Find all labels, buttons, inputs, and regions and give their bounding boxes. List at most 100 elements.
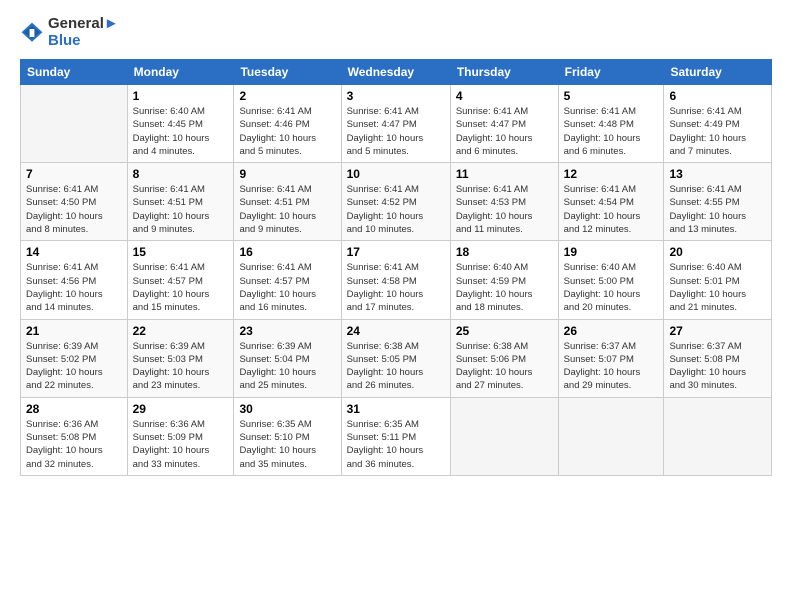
day-cell: 7Sunrise: 6:41 AMSunset: 4:50 PMDaylight… xyxy=(21,163,128,241)
day-cell: 23 Sunrise: 6:39 AMSunset: 5:04 PMDayligh… xyxy=(234,319,341,397)
day-info: Sunrise: 6:39 AMSunset: 5:03 PMDaylight:… xyxy=(133,340,229,393)
calendar-table: SundayMondayTuesdayWednesdayThursdayFrid… xyxy=(20,59,772,476)
day-number: 25 xyxy=(456,324,553,338)
day-number: 8 xyxy=(133,167,229,181)
day-number: 22 xyxy=(133,324,229,338)
day-cell: 2 Sunrise: 6:41 AMSunset: 4:46 PMDaylight… xyxy=(234,85,341,163)
day-cell: 12Sunrise: 6:41 AMSunset: 4:54 PMDayligh… xyxy=(558,163,664,241)
day-number: 31 xyxy=(347,402,445,416)
day-cell: 31 Sunrise: 6:35 AMSunset: 5:11 PMDayligh… xyxy=(341,397,450,475)
day-cell: 4 Sunrise: 6:41 AMSunset: 4:47 PMDaylight… xyxy=(450,85,558,163)
day-cell xyxy=(664,397,772,475)
day-info: Sunrise: 6:40 AMSunset: 4:59 PMDaylight:… xyxy=(456,261,553,314)
week-row-2: 7Sunrise: 6:41 AMSunset: 4:50 PMDaylight… xyxy=(21,163,772,241)
col-header-saturday: Saturday xyxy=(664,60,772,85)
logo-icon xyxy=(20,21,44,45)
day-info: Sunrise: 6:41 AMSunset: 4:55 PMDaylight:… xyxy=(669,183,766,236)
day-info: Sunrise: 6:36 AMSunset: 5:09 PMDaylight:… xyxy=(133,418,229,471)
day-cell: 27 Sunrise: 6:37 AMSunset: 5:08 PMDayligh… xyxy=(664,319,772,397)
day-number: 14 xyxy=(26,245,122,259)
day-number: 23 xyxy=(239,324,335,338)
day-number: 24 xyxy=(347,324,445,338)
day-cell: 11 Sunrise: 6:41 AMSunset: 4:53 PMDayligh… xyxy=(450,163,558,241)
day-cell: 10 Sunrise: 6:41 AMSunset: 4:52 PMDayligh… xyxy=(341,163,450,241)
day-number: 4 xyxy=(456,89,553,103)
col-header-sunday: Sunday xyxy=(21,60,128,85)
day-cell: 26Sunrise: 6:37 AMSunset: 5:07 PMDayligh… xyxy=(558,319,664,397)
day-number: 17 xyxy=(347,245,445,259)
day-cell: 16Sunrise: 6:41 AMSunset: 4:57 PMDayligh… xyxy=(234,241,341,319)
day-cell: 28Sunrise: 6:36 AMSunset: 5:08 PMDayligh… xyxy=(21,397,128,475)
week-row-3: 14 Sunrise: 6:41 AMSunset: 4:56 PMDayligh… xyxy=(21,241,772,319)
week-row-5: 28Sunrise: 6:36 AMSunset: 5:08 PMDayligh… xyxy=(21,397,772,475)
day-cell: 21 Sunrise: 6:39 AMSunset: 5:02 PMDayligh… xyxy=(21,319,128,397)
day-number: 9 xyxy=(239,167,335,181)
day-number: 19 xyxy=(564,245,659,259)
col-header-wednesday: Wednesday xyxy=(341,60,450,85)
day-cell: 17 Sunrise: 6:41 AMSunset: 4:58 PMDayligh… xyxy=(341,241,450,319)
day-info: Sunrise: 6:39 AMSunset: 5:04 PMDaylight:… xyxy=(239,340,335,393)
page: { "header": { "logo_line1": "General", "… xyxy=(0,0,792,612)
header-row: SundayMondayTuesdayWednesdayThursdayFrid… xyxy=(21,60,772,85)
day-info: Sunrise: 6:41 AMSunset: 4:51 PMDaylight:… xyxy=(239,183,335,236)
day-number: 1 xyxy=(133,89,229,103)
day-cell: 9 Sunrise: 6:41 AMSunset: 4:51 PMDaylight… xyxy=(234,163,341,241)
col-header-friday: Friday xyxy=(558,60,664,85)
day-info: Sunrise: 6:41 AMSunset: 4:53 PMDaylight:… xyxy=(456,183,553,236)
day-number: 29 xyxy=(133,402,229,416)
day-cell: 25 Sunrise: 6:38 AMSunset: 5:06 PMDayligh… xyxy=(450,319,558,397)
day-number: 28 xyxy=(26,402,122,416)
day-cell: 1 Sunrise: 6:40 AMSunset: 4:45 PMDaylight… xyxy=(127,85,234,163)
day-cell: 18 Sunrise: 6:40 AMSunset: 4:59 PMDayligh… xyxy=(450,241,558,319)
day-cell: 14 Sunrise: 6:41 AMSunset: 4:56 PMDayligh… xyxy=(21,241,128,319)
day-cell xyxy=(558,397,664,475)
day-number: 2 xyxy=(239,89,335,103)
day-cell: 22 Sunrise: 6:39 AMSunset: 5:03 PMDayligh… xyxy=(127,319,234,397)
week-row-1: 1 Sunrise: 6:40 AMSunset: 4:45 PMDaylight… xyxy=(21,85,772,163)
day-info: Sunrise: 6:35 AMSunset: 5:10 PMDaylight:… xyxy=(239,418,335,471)
day-number: 5 xyxy=(564,89,659,103)
day-cell: 29 Sunrise: 6:36 AMSunset: 5:09 PMDayligh… xyxy=(127,397,234,475)
day-info: Sunrise: 6:40 AMSunset: 5:01 PMDaylight:… xyxy=(669,261,766,314)
day-number: 27 xyxy=(669,324,766,338)
day-number: 18 xyxy=(456,245,553,259)
day-info: Sunrise: 6:40 AMSunset: 4:45 PMDaylight:… xyxy=(133,105,229,158)
day-cell: 20Sunrise: 6:40 AMSunset: 5:01 PMDayligh… xyxy=(664,241,772,319)
day-number: 13 xyxy=(669,167,766,181)
day-cell: 3 Sunrise: 6:41 AMSunset: 4:47 PMDaylight… xyxy=(341,85,450,163)
day-number: 16 xyxy=(239,245,335,259)
day-info: Sunrise: 6:37 AMSunset: 5:08 PMDaylight:… xyxy=(669,340,766,393)
day-number: 15 xyxy=(133,245,229,259)
day-number: 6 xyxy=(669,89,766,103)
logo-text: General► Blue xyxy=(48,16,119,49)
day-info: Sunrise: 6:39 AMSunset: 5:02 PMDaylight:… xyxy=(26,340,122,393)
day-info: Sunrise: 6:41 AMSunset: 4:46 PMDaylight:… xyxy=(239,105,335,158)
col-header-monday: Monday xyxy=(127,60,234,85)
day-cell: 24 Sunrise: 6:38 AMSunset: 5:05 PMDayligh… xyxy=(341,319,450,397)
day-cell: 6Sunrise: 6:41 AMSunset: 4:49 PMDaylight… xyxy=(664,85,772,163)
day-cell xyxy=(21,85,128,163)
day-info: Sunrise: 6:41 AMSunset: 4:47 PMDaylight:… xyxy=(347,105,445,158)
day-number: 3 xyxy=(347,89,445,103)
day-number: 10 xyxy=(347,167,445,181)
day-info: Sunrise: 6:38 AMSunset: 5:05 PMDaylight:… xyxy=(347,340,445,393)
day-info: Sunrise: 6:41 AMSunset: 4:56 PMDaylight:… xyxy=(26,261,122,314)
day-info: Sunrise: 6:41 AMSunset: 4:51 PMDaylight:… xyxy=(133,183,229,236)
day-cell xyxy=(450,397,558,475)
day-info: Sunrise: 6:35 AMSunset: 5:11 PMDaylight:… xyxy=(347,418,445,471)
day-info: Sunrise: 6:41 AMSunset: 4:47 PMDaylight:… xyxy=(456,105,553,158)
day-number: 21 xyxy=(26,324,122,338)
day-info: Sunrise: 6:41 AMSunset: 4:58 PMDaylight:… xyxy=(347,261,445,314)
day-info: Sunrise: 6:38 AMSunset: 5:06 PMDaylight:… xyxy=(456,340,553,393)
col-header-thursday: Thursday xyxy=(450,60,558,85)
day-cell: 15 Sunrise: 6:41 AMSunset: 4:57 PMDayligh… xyxy=(127,241,234,319)
day-info: Sunrise: 6:41 AMSunset: 4:57 PMDaylight:… xyxy=(133,261,229,314)
day-info: Sunrise: 6:40 AMSunset: 5:00 PMDaylight:… xyxy=(564,261,659,314)
day-info: Sunrise: 6:41 AMSunset: 4:52 PMDaylight:… xyxy=(347,183,445,236)
day-cell: 5 Sunrise: 6:41 AMSunset: 4:48 PMDaylight… xyxy=(558,85,664,163)
day-info: Sunrise: 6:41 AMSunset: 4:54 PMDaylight:… xyxy=(564,183,659,236)
day-number: 30 xyxy=(239,402,335,416)
col-header-tuesday: Tuesday xyxy=(234,60,341,85)
day-info: Sunrise: 6:41 AMSunset: 4:48 PMDaylight:… xyxy=(564,105,659,158)
day-number: 11 xyxy=(456,167,553,181)
